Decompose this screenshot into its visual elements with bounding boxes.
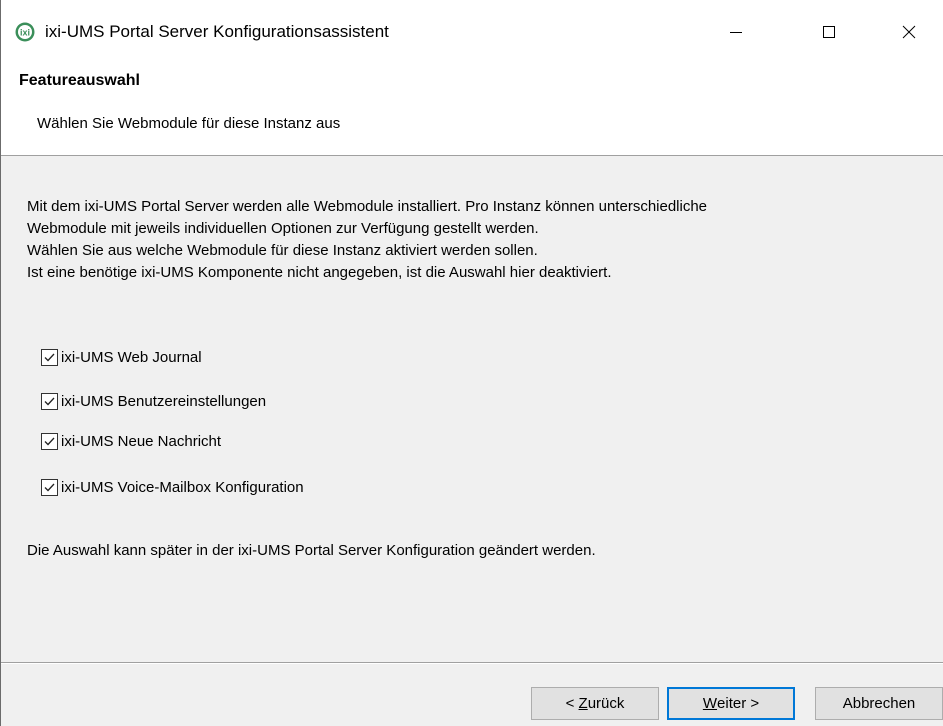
minimize-button[interactable] (708, 12, 764, 52)
description-line: Ist eine benötige ixi-UMS Komponente nic… (27, 264, 612, 281)
checkmark-icon (44, 397, 55, 405)
checkmark-icon (44, 483, 55, 491)
module-checkbox-voice-mailbox[interactable]: ixi-UMS Voice-Mailbox Konfiguration (41, 476, 304, 498)
wizard-window: ixi ixi-UMS Portal Server Konfigurations… (0, 0, 943, 726)
description-line: Wählen Sie aus welche Webmodule für dies… (27, 242, 538, 259)
maximize-icon (823, 26, 835, 38)
checkbox[interactable] (41, 432, 58, 450)
window-title: ixi-UMS Portal Server Konfigurationsassi… (45, 22, 389, 41)
description-line: Mit dem ixi-UMS Portal Server werden all… (27, 198, 708, 215)
checkmark-icon (44, 353, 55, 361)
title-bar[interactable]: ixi ixi-UMS Portal Server Konfigurations… (1, 0, 943, 60)
footnote-text: Die Auswahl kann später in der ixi-UMS P… (27, 542, 596, 559)
close-button[interactable] (881, 12, 937, 52)
checkbox-label[interactable]: ixi-UMS Voice-Mailbox Konfiguration (61, 479, 304, 496)
cancel-button[interactable]: Abbrechen (815, 687, 943, 720)
description-line: Webmodule mit jeweils individuellen Opti… (27, 220, 539, 237)
module-checkbox-benutzereinstellungen[interactable]: ixi-UMS Benutzereinstellungen (41, 390, 266, 412)
wizard-header: Featureauswahl Wählen Sie Webmodule für … (1, 60, 943, 156)
button-separator (1, 662, 943, 664)
cancel-button-label: Abbrechen (842, 695, 916, 712)
maximize-button[interactable] (801, 12, 857, 52)
checkmark-icon (44, 437, 55, 445)
module-checkbox-web-journal[interactable]: ixi-UMS Web Journal (41, 346, 202, 368)
checkbox-label[interactable]: ixi-UMS Web Journal (61, 349, 202, 366)
description-text: Mit dem ixi-UMS Portal Server werden all… (27, 196, 927, 284)
close-icon (902, 25, 916, 39)
module-checkbox-neue-nachricht[interactable]: ixi-UMS Neue Nachricht (41, 430, 221, 452)
back-button-prefix: < (565, 695, 579, 712)
back-button[interactable]: < Zurück (531, 687, 659, 720)
svg-text:ixi: ixi (20, 28, 30, 38)
ixi-app-icon: ixi (15, 22, 35, 42)
wizard-content: Mit dem ixi-UMS Portal Server werden all… (1, 156, 943, 662)
next-button-label: eiter > (717, 695, 760, 712)
checkbox-label[interactable]: ixi-UMS Neue Nachricht (61, 433, 221, 450)
next-button[interactable]: Weiter > (667, 687, 795, 720)
back-button-mnemonic: Z (578, 695, 588, 712)
page-title: Featureauswahl (19, 72, 140, 89)
checkbox[interactable] (41, 348, 58, 366)
back-button-label: urück (587, 695, 625, 712)
next-button-mnemonic: W (702, 695, 718, 712)
checkbox-label[interactable]: ixi-UMS Benutzereinstellungen (61, 393, 266, 410)
checkbox[interactable] (41, 392, 58, 410)
checkbox[interactable] (41, 478, 58, 496)
page-subtitle: Wählen Sie Webmodule für diese Instanz a… (37, 115, 341, 132)
minimize-icon (730, 32, 742, 33)
